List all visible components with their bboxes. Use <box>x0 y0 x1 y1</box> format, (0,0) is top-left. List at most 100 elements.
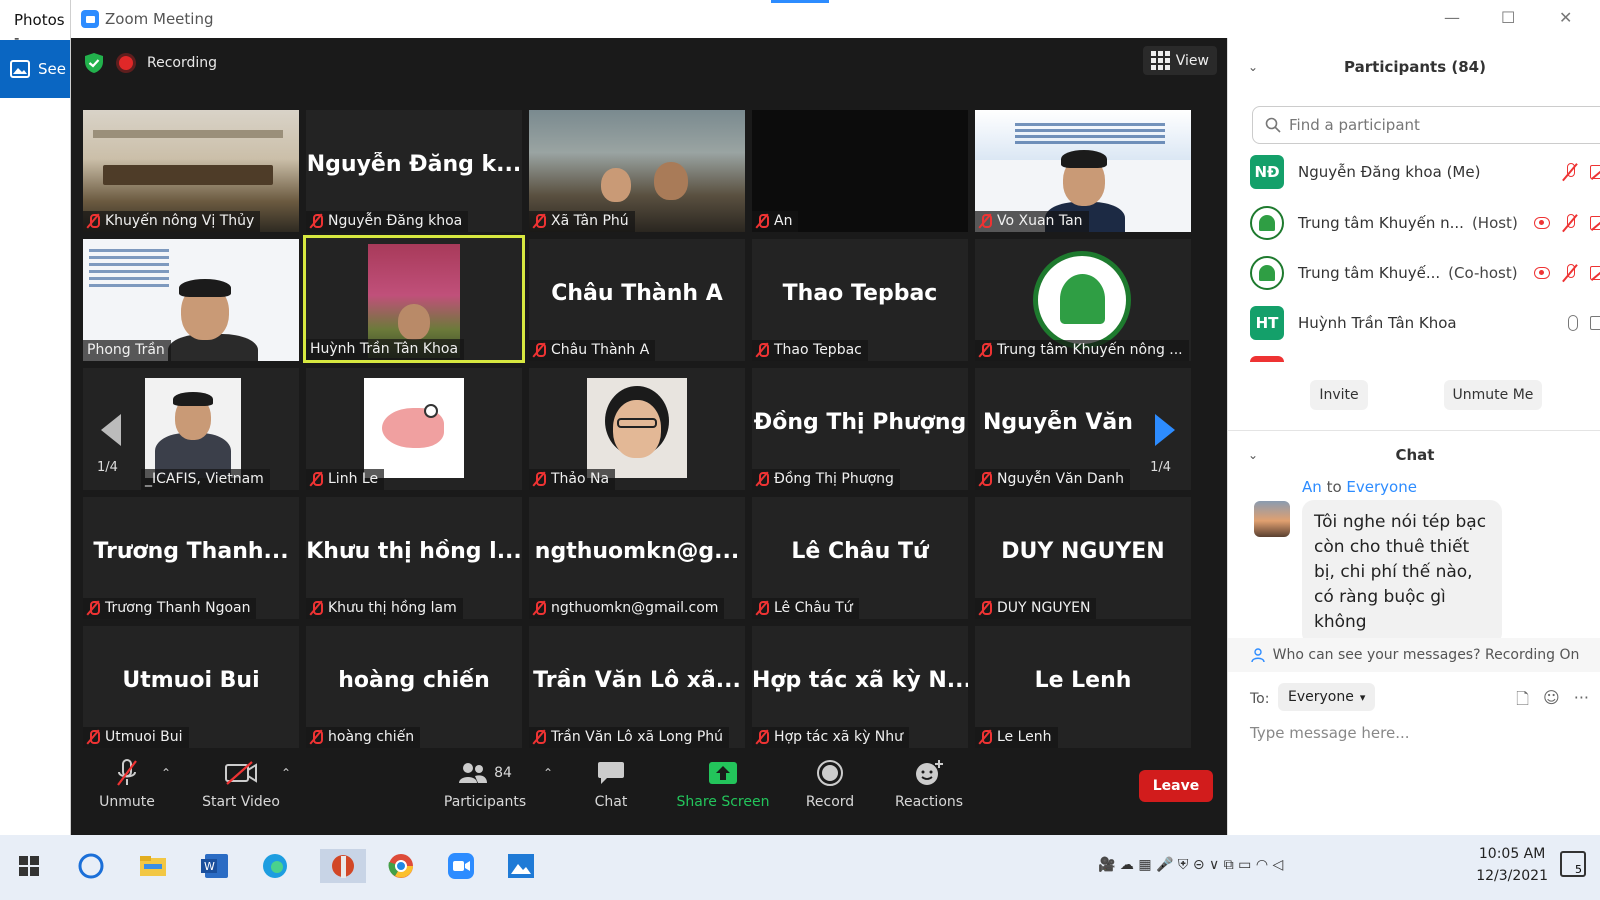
chat-button[interactable]: Chat <box>591 758 631 810</box>
file-explorer-icon[interactable] <box>136 849 170 883</box>
video-tile[interactable]: Trần Văn Lô xã... Trần Văn Lô xã Long Ph… <box>529 626 745 748</box>
extension-center-logo <box>1033 251 1131 349</box>
video-tile[interactable]: Vo Xuan Tan <box>975 110 1191 232</box>
video-tile[interactable]: DUY NGUYEN DUY NGUYEN <box>975 497 1191 619</box>
video-off-icon <box>1590 165 1600 179</box>
participant-row-name: Nguyễn Đăng khoa (Me) <box>1298 163 1481 181</box>
mic-muted-icon <box>87 214 100 228</box>
more-options-icon[interactable]: ··· <box>1574 688 1589 715</box>
view-button[interactable]: View <box>1142 46 1217 75</box>
page-indicator-right: 1/4 <box>1150 460 1171 475</box>
participant-name: hoàng chiến <box>306 727 421 748</box>
video-tile[interactable]: Nguyễn Văn 1/4 Nguyễn Văn Danh <box>975 368 1191 490</box>
recording-icon <box>1534 267 1550 279</box>
recording-label[interactable]: Recording <box>147 55 217 71</box>
video-tile[interactable]: Trương Thanh... Trương Thanh Ngoan <box>83 497 299 619</box>
presentation-app-icon[interactable] <box>320 849 366 883</box>
unmute-me-button[interactable]: Unmute Me <box>1444 380 1542 410</box>
video-options-caret-icon[interactable]: ⌃ <box>281 766 291 780</box>
participants-button[interactable]: 84 Participants <box>443 758 527 810</box>
participant-row[interactable]: Trung tâm Khuyến n... (Host) <box>1250 203 1600 243</box>
system-tray-icons[interactable]: 🎥 ☁ ▦ 🎤 ⛨ ⊝ ∨ ⧉ ▭ ◠ ◁ <box>1098 857 1283 873</box>
video-off-icon <box>1590 266 1600 280</box>
video-tile[interactable]: Châu Thành A Châu Thành A <box>529 239 745 361</box>
video-tile[interactable]: Phong Trần <box>83 239 299 361</box>
video-tile[interactable]: Xã Tân Phú <box>529 110 745 232</box>
word-icon[interactable]: W <box>198 849 232 883</box>
participant-search-input[interactable]: Find a participant <box>1252 106 1600 144</box>
mic-muted-icon <box>1562 163 1578 181</box>
maximize-button[interactable]: ☐ <box>1501 8 1515 27</box>
windows-start-icon[interactable] <box>12 849 46 883</box>
participant-display-name: Utmuoi Bui <box>122 668 260 693</box>
emoji-icon[interactable]: ☺ <box>1543 688 1560 715</box>
record-label: Record <box>805 794 855 810</box>
recipient-dropdown[interactable]: Everyone ▾ <box>1278 683 1376 711</box>
participant-row-status <box>1534 214 1600 232</box>
video-tile[interactable]: 1/4 _ICAFIS, Vietnam <box>83 368 299 490</box>
video-tile[interactable]: Linh Le <box>306 368 522 490</box>
participant-name: Huỳnh Trần Tân Khoa <box>306 339 465 360</box>
shield-icon[interactable] <box>83 52 105 74</box>
previous-page-arrow-icon[interactable] <box>101 414 121 446</box>
video-tile[interactable]: An <box>752 110 968 232</box>
participants-caret-icon[interactable]: ⌃ <box>543 766 553 780</box>
close-button[interactable]: ✕ <box>1559 8 1572 27</box>
participant-display-name: hoàng chiến <box>338 668 490 693</box>
participant-row[interactable]: HT Huỳnh Trần Tân Khoa <box>1250 303 1600 343</box>
next-page-arrow-icon[interactable] <box>1155 414 1175 446</box>
hair-image <box>1061 150 1107 168</box>
video-tile-active-speaker[interactable]: Huỳnh Trần Tân Khoa <box>303 235 525 363</box>
video-tile[interactable]: Utmuoi Bui Utmuoi Bui <box>83 626 299 748</box>
participant-row[interactable]: NĐ Nguyễn Đăng khoa (Me) <box>1250 152 1600 192</box>
who-can-see-notice[interactable]: Who can see your messages? Recording On <box>1228 638 1600 672</box>
video-tile[interactable]: Lê Châu Tứ Lê Châu Tứ <box>752 497 968 619</box>
mic-muted-icon <box>533 343 546 357</box>
who-can-see-text: Who can see your messages? Recording On <box>1272 647 1580 663</box>
mic-muted-icon <box>310 472 323 486</box>
video-tile[interactable]: Hợp tác xã kỳ N... Hợp tác xã kỳ Như <box>752 626 968 748</box>
chrome-icon[interactable] <box>384 849 418 883</box>
unmute-button[interactable]: Unmute <box>99 758 155 810</box>
video-tile[interactable]: Thảo Na <box>529 368 745 490</box>
record-icon <box>817 760 843 786</box>
chat-message-input[interactable]: Type message here... <box>1250 724 1410 742</box>
participant-name: Phong Trần <box>83 340 171 361</box>
video-tile[interactable]: ngthuomkn@g... ngthuomkn@gmail.com <box>529 497 745 619</box>
video-tile[interactable]: Le Lenh Le Lenh <box>975 626 1191 748</box>
video-tile[interactable]: Trung tâm Khuyến nông ... <box>975 239 1191 361</box>
video-tile[interactable]: hoàng chiến hoàng chiến <box>306 626 522 748</box>
notification-center-icon[interactable]: 5 <box>1560 851 1586 877</box>
minimize-button[interactable]: — <box>1444 8 1460 27</box>
hair-image <box>179 279 231 297</box>
participant-display-name: Đồng Thị Phượng <box>753 410 967 435</box>
record-button[interactable]: Record <box>805 758 855 810</box>
video-tile[interactable]: Thao Tepbac Thao Tepbac <box>752 239 968 361</box>
photos-see-button[interactable]: See <box>0 40 70 98</box>
start-video-button[interactable]: Start Video <box>201 758 281 810</box>
video-tile[interactable]: Khưu thị hồng l... Khưu thị hồng lam <box>306 497 522 619</box>
mic-muted-icon <box>533 214 546 228</box>
photos-app-icon[interactable] <box>504 849 538 883</box>
video-tile[interactable]: Đồng Thị Phượng Đồng Thị Phượng <box>752 368 968 490</box>
recording-dot-icon <box>119 56 133 70</box>
share-screen-button[interactable]: Share Screen <box>675 758 771 810</box>
chat-sender[interactable]: An <box>1302 478 1322 496</box>
participant-name: Đồng Thị Phượng <box>752 469 900 490</box>
taskbar-clock[interactable]: 10:05 AM 12/3/2021 <box>1476 843 1548 887</box>
video-tile[interactable]: Nguyễn Đăng k... Nguyễn Đăng khoa <box>306 110 522 232</box>
edge-browser-icon[interactable] <box>258 849 292 883</box>
mic-muted-icon <box>310 214 323 228</box>
reactions-button[interactable]: Reactions <box>895 758 963 810</box>
leave-button[interactable]: Leave <box>1139 770 1213 802</box>
participants-title: Participants (84) <box>1344 58 1486 76</box>
participant-row[interactable]: Trung tâm Khuyế... (Co-host) <box>1250 253 1600 293</box>
video-tile[interactable]: Khuyến nông Vị Thủy <box>83 110 299 232</box>
chat-input-tools: 🗋 ☺ ··· <box>1516 688 1589 715</box>
cortana-icon[interactable] <box>74 849 108 883</box>
invite-button[interactable]: Invite <box>1310 380 1368 410</box>
file-icon[interactable]: 🗋 <box>1516 688 1529 715</box>
zoom-app-icon[interactable] <box>444 849 478 883</box>
audio-options-caret-icon[interactable]: ⌃ <box>161 766 171 780</box>
windows-taskbar: W 🎥 ☁ ▦ 🎤 ⛨ ⊝ ∨ ⧉ ▭ ◠ ◁ 10:05 AM 12/3/20… <box>0 835 1600 900</box>
